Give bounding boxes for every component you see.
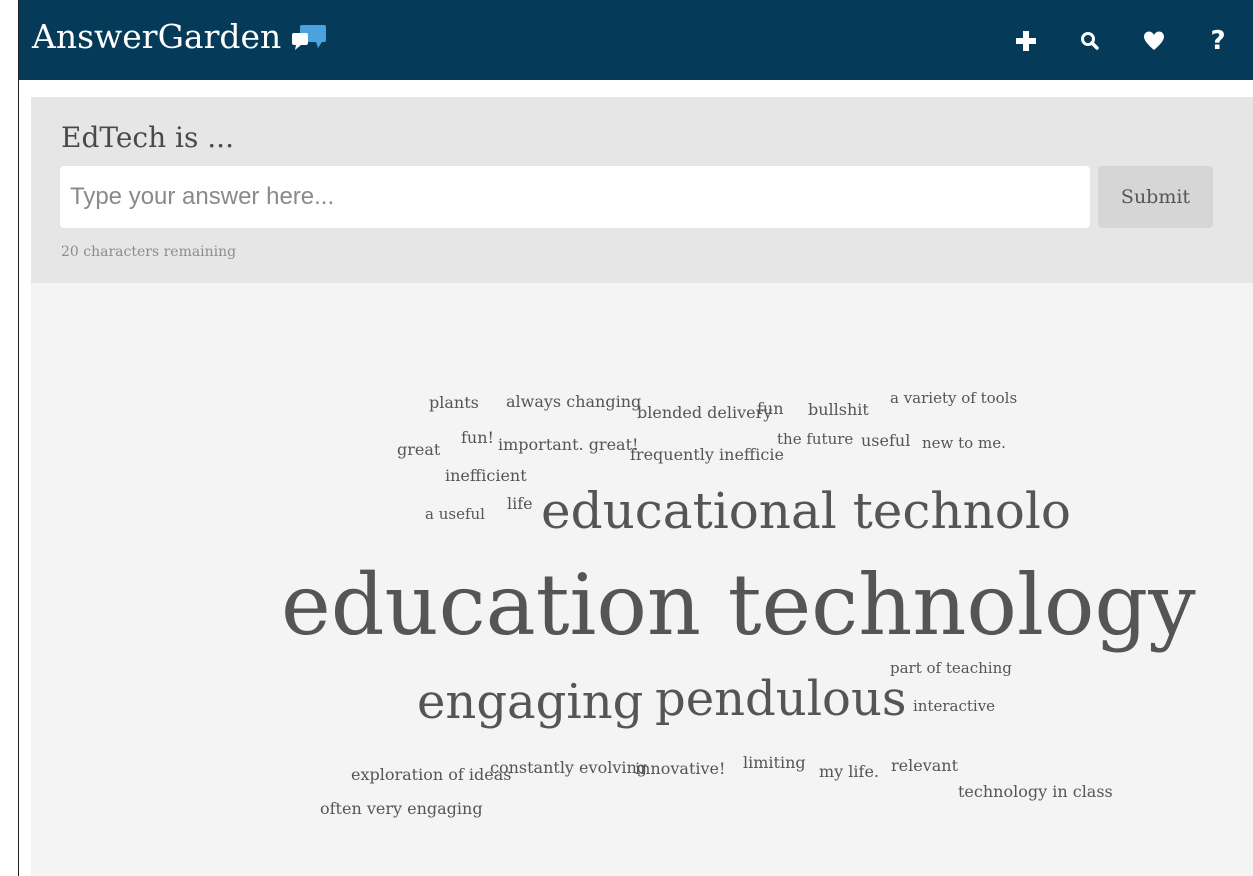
cloud-word[interactable]: technology in class — [958, 784, 1113, 800]
plus-icon — [1016, 31, 1036, 51]
cloud-word[interactable]: new to me. — [922, 436, 1006, 451]
app-title: AnswerGarden — [32, 17, 282, 56]
cloud-word[interactable]: bullshit — [808, 402, 869, 418]
favorites-button[interactable] — [1135, 22, 1173, 60]
add-button[interactable] — [1007, 22, 1045, 60]
cloud-word[interactable]: fun! — [461, 430, 494, 446]
cloud-word[interactable]: a variety of tools — [890, 391, 1017, 406]
submit-button[interactable]: Submit — [1098, 166, 1213, 228]
cloud-word[interactable]: important. great! — [498, 437, 638, 453]
speech-bubbles-icon — [292, 24, 327, 50]
cloud-word[interactable]: interactive — [913, 699, 995, 714]
cloud-word[interactable]: blended delivery — [637, 405, 772, 421]
cloud-word[interactable]: part of teaching — [890, 661, 1012, 676]
cloud-word[interactable]: useful — [861, 433, 910, 449]
cloud-word[interactable]: the future — [777, 432, 853, 447]
answergarden-page: AnswerGarden ? EdTech is ... Type your a… — [0, 0, 1253, 876]
cloud-word[interactable]: inefficient — [445, 468, 527, 484]
cloud-word[interactable]: often very engaging — [320, 801, 483, 817]
app-logo[interactable]: AnswerGarden — [32, 17, 327, 56]
cloud-word[interactable]: frequently inefficie — [630, 447, 784, 463]
question-title: EdTech is ... — [61, 121, 234, 154]
search-icon — [1081, 32, 1099, 50]
cloud-word[interactable]: pendulous — [655, 675, 906, 723]
cloud-word[interactable]: plants — [429, 395, 479, 411]
characters-remaining: 20 characters remaining — [61, 244, 237, 260]
cloud-word[interactable]: always changing — [506, 394, 641, 410]
cloud-word[interactable]: fun — [757, 401, 784, 417]
cloud-word[interactable]: innovative! — [635, 761, 725, 777]
cloud-word[interactable]: education technology — [281, 563, 1196, 647]
heart-icon — [1144, 31, 1164, 50]
left-border — [18, 0, 19, 876]
cloud-word[interactable]: life — [507, 496, 533, 512]
top-navigation-bar: AnswerGarden ? — [19, 0, 1253, 80]
search-button[interactable] — [1071, 22, 1109, 60]
answer-panel: EdTech is ... Submit 20 characters remai… — [31, 97, 1253, 283]
help-icon: ? — [1210, 26, 1226, 56]
cloud-word[interactable]: constantly evolving — [490, 760, 647, 776]
cloud-word[interactable]: a useful — [425, 507, 485, 522]
answer-input[interactable] — [60, 166, 1090, 228]
help-button[interactable]: ? — [1199, 22, 1237, 60]
cloud-word[interactable]: educational technolo — [541, 486, 1071, 536]
cloud-word[interactable]: limiting — [743, 755, 806, 771]
header-actions: ? — [1007, 22, 1237, 60]
cloud-word[interactable]: great — [397, 442, 440, 458]
cloud-word[interactable]: my life. — [819, 764, 879, 780]
cloud-word[interactable]: engaging — [417, 678, 643, 726]
cloud-word[interactable]: relevant — [891, 758, 958, 774]
cloud-word[interactable]: exploration of ideas — [351, 767, 511, 783]
word-cloud: plants always changing blended delivery … — [31, 283, 1253, 876]
